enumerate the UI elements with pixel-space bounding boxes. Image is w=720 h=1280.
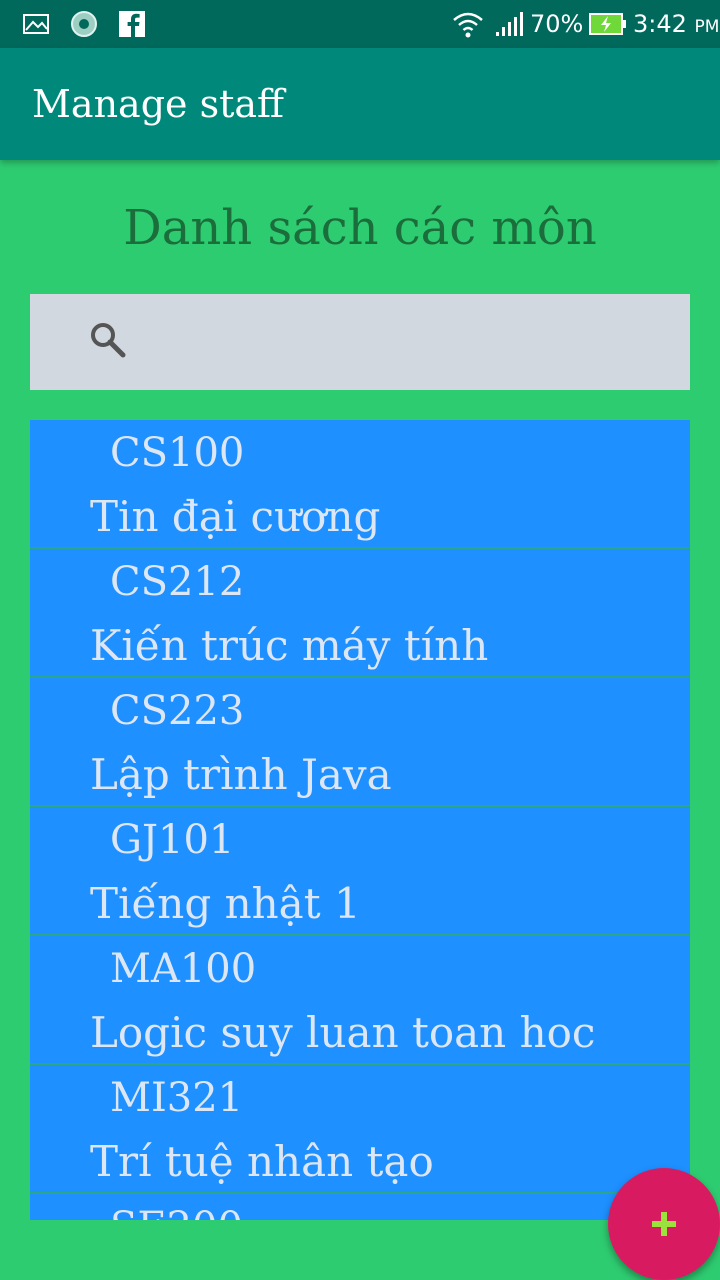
app-title: Manage staff <box>32 82 285 126</box>
subject-row[interactable]: CS223 Lập trình Java <box>30 678 690 807</box>
subject-row[interactable]: MA100 Logic suy luan toan hoc <box>30 936 690 1065</box>
subject-list[interactable]: CS100 Tin đại cương CS212 Kiến trúc máy tín… <box>30 420 690 1220</box>
subject-code: MA100 <box>110 946 257 992</box>
battery-percent: 70% <box>530 10 584 38</box>
page-title: Danh sách các môn <box>123 200 597 256</box>
search-input[interactable] <box>140 318 684 368</box>
subject-row[interactable]: CS100 Tin đại cương <box>30 420 690 549</box>
subject-code: CS223 <box>110 688 245 734</box>
subject-row[interactable]: MI321 Trí tuệ nhân tạo <box>30 1065 690 1194</box>
subject-name: Tin đại cương <box>90 492 381 541</box>
subject-code: GJ101 <box>110 817 235 863</box>
subject-code: CS212 <box>110 559 245 605</box>
signal-icon <box>496 12 523 36</box>
app-bar: Manage staff <box>0 48 720 160</box>
plus-icon <box>652 1212 676 1236</box>
battery-charging-icon <box>589 13 626 35</box>
search-icon[interactable] <box>88 320 128 360</box>
subject-code: MI321 <box>110 1075 244 1121</box>
subject-row[interactable]: CS212 Kiến trúc máy tính <box>30 549 690 678</box>
wifi-icon <box>453 12 483 38</box>
clock-ampm: PM <box>694 17 720 37</box>
subject-name: Lập trình Java <box>90 750 392 799</box>
status-bar: 70% 3:42 PM <box>0 0 720 48</box>
search-bar[interactable] <box>30 294 690 390</box>
subject-code: CS100 <box>110 430 245 476</box>
subject-code: SE200 <box>110 1204 243 1220</box>
subject-row[interactable]: GJ101 Tiếng nhật 1 <box>30 807 690 936</box>
add-subject-button[interactable] <box>608 1168 720 1280</box>
loading-icon <box>71 11 97 37</box>
subject-row[interactable]: SE200 <box>30 1194 690 1220</box>
image-icon <box>23 14 49 34</box>
clock-time: 3:42 <box>633 10 687 38</box>
facebook-icon <box>119 11 145 38</box>
clock: 3:42 PM <box>633 9 719 42</box>
subject-name: Tiếng nhật 1 <box>90 879 361 928</box>
subject-name: Trí tuệ nhân tạo <box>90 1137 434 1186</box>
subject-name: Kiến trúc máy tính <box>90 621 489 670</box>
subject-name: Logic suy luan toan hoc <box>90 1008 596 1057</box>
